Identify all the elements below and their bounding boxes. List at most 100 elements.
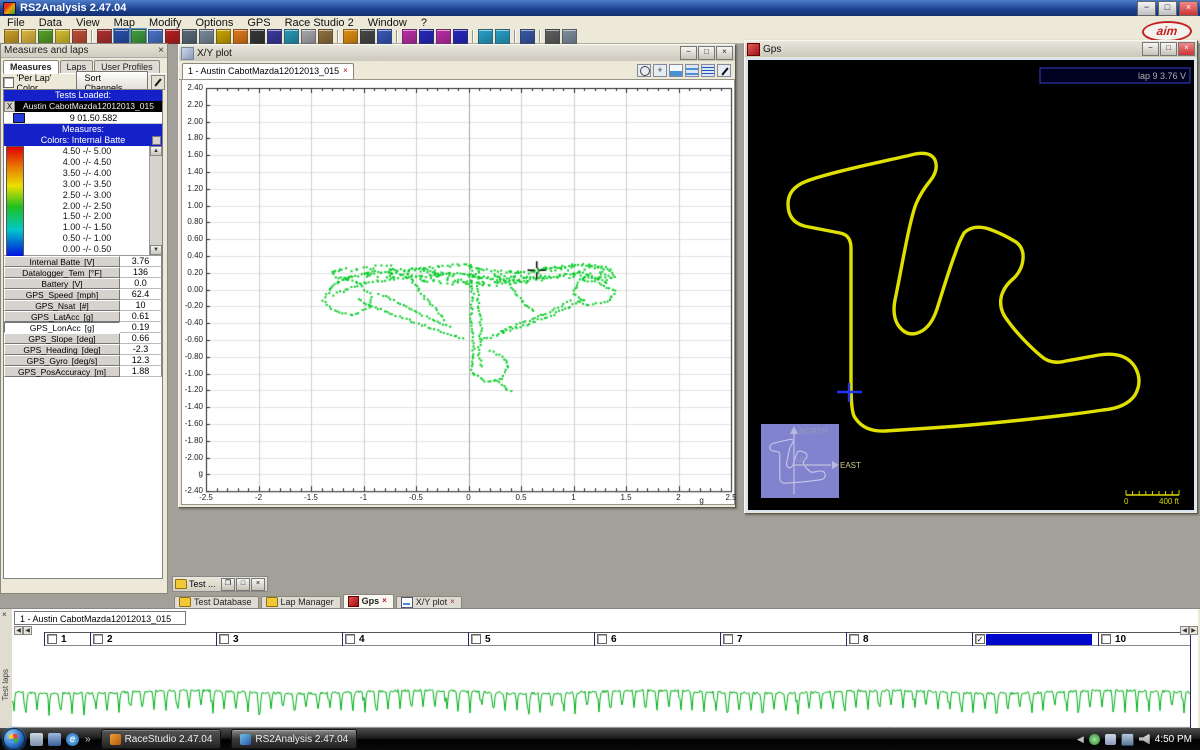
lap-checkbox[interactable]	[597, 634, 607, 644]
test-remove-cell[interactable]: X	[4, 101, 15, 112]
start-button[interactable]	[3, 728, 25, 750]
lap-header[interactable]: 7	[721, 632, 846, 646]
channel-row[interactable]: GPS_Speed[mph]62.4	[4, 289, 162, 300]
gps-track-map[interactable]: NORTH EAST UP 0 400 ft	[748, 60, 1194, 510]
strip-test-tab[interactable]: 1 - Austin CabotMazda12012013_015	[14, 611, 186, 625]
menu-view[interactable]: View	[69, 17, 107, 29]
scroll-up-icon[interactable]: ▲	[150, 146, 162, 156]
mdi-tab-gps[interactable]: Gps×	[343, 594, 394, 609]
internet-explorer-icon[interactable]: e	[66, 733, 79, 746]
lap-header[interactable]: ✓	[973, 632, 1098, 646]
menu-race-studio-2[interactable]: Race Studio 2	[278, 17, 361, 29]
menu-data[interactable]: Data	[32, 17, 69, 29]
multi-plot-layout-icon[interactable]	[701, 64, 715, 77]
mini-restore-button[interactable]: ❐	[221, 578, 235, 591]
gps-minimize-button[interactable]: −	[1142, 42, 1159, 56]
lap-checkbox[interactable]	[849, 634, 859, 644]
xy-restore-button[interactable]: □	[698, 46, 715, 60]
lap-waveform-canvas[interactable]	[12, 646, 1190, 728]
lap-header[interactable]: 5	[469, 632, 594, 646]
gps-view-icon[interactable]	[131, 29, 146, 44]
gg-plot-area[interactable]: 2.402.202.001.801.601.401.201.000.800.60…	[181, 79, 735, 505]
table-view-icon[interactable]	[182, 29, 197, 44]
close-button[interactable]: ×	[1179, 1, 1198, 16]
lap-selected-bar[interactable]	[986, 634, 1092, 645]
channel-label[interactable]: GPS_Slope[deg]	[4, 333, 120, 344]
user-profile-icon[interactable]	[72, 29, 87, 44]
minimized-test-window[interactable]: Test ... ❐ □ ×	[172, 576, 268, 592]
measures-graph-icon[interactable]	[97, 29, 112, 44]
lap-header[interactable]: 1	[45, 632, 90, 646]
lap-checkbox[interactable]: ✓	[975, 634, 985, 644]
grid-icon[interactable]	[545, 29, 560, 44]
channel-label[interactable]: Datalogger_Tem[°F]	[4, 267, 120, 278]
channel-label[interactable]: GPS_Nsat[#]	[4, 300, 120, 311]
scroll-down-icon[interactable]: ▼	[150, 245, 162, 255]
gps-restore-button[interactable]: □	[1160, 42, 1177, 56]
eraser-icon[interactable]	[301, 29, 316, 44]
wrench-icon[interactable]	[151, 75, 165, 90]
undo-icon[interactable]	[318, 29, 333, 44]
gg-plot-canvas[interactable]	[182, 80, 734, 504]
mini-close-button[interactable]: ×	[251, 578, 265, 591]
gps-map-area[interactable]: NORTH EAST UP 0 400 ft	[746, 58, 1196, 512]
lap-header[interactable]: 2	[91, 632, 216, 646]
show-desktop-icon[interactable]	[30, 733, 43, 746]
open-test-icon[interactable]	[4, 29, 19, 44]
clock-icon[interactable]	[343, 29, 358, 44]
channel-row[interactable]: GPS_LatAcc[g]0.61	[4, 311, 162, 322]
lap-checkbox[interactable]	[93, 634, 103, 644]
channel-label[interactable]: GPS_LatAcc[g]	[4, 311, 120, 322]
channel-label[interactable]: GPS_PosAccuracy[m]	[4, 366, 120, 377]
flag-magenta2-icon[interactable]	[436, 29, 451, 44]
box-blue-icon[interactable]	[419, 29, 434, 44]
tray-status-icon[interactable]	[1089, 734, 1100, 745]
maximize-button[interactable]: □	[1158, 1, 1177, 16]
per-lap-color-checkbox[interactable]	[3, 77, 14, 88]
zoom-out-icon[interactable]	[495, 29, 510, 44]
crosshair-icon[interactable]: +	[653, 64, 667, 77]
strip-prev-icon[interactable]: ◀	[14, 626, 23, 635]
menu--[interactable]: ?	[414, 17, 434, 29]
window-switcher-icon[interactable]	[48, 733, 61, 746]
menu-gps[interactable]: GPS	[240, 17, 277, 29]
xy-close-button[interactable]: ×	[716, 46, 733, 60]
menu-map[interactable]: Map	[107, 17, 142, 29]
menu-file[interactable]: File	[0, 17, 32, 29]
strip-prev2-icon[interactable]: ◀	[23, 626, 32, 635]
lap-checkbox[interactable]	[471, 634, 481, 644]
pointer-icon[interactable]	[520, 29, 535, 44]
import-test-icon[interactable]	[38, 29, 53, 44]
speaker-icon[interactable]	[1139, 734, 1150, 745]
channel-row[interactable]: GPS_Heading[deg]-2.3	[4, 344, 162, 355]
channel-row[interactable]: GPS_Gyro[deg/s]12.3	[4, 355, 162, 366]
channel-label[interactable]: Internal Batte[V]	[4, 256, 120, 267]
strip-scroll-right-icon[interactable]: ▶	[1189, 626, 1198, 635]
lap-checkbox[interactable]	[723, 634, 733, 644]
lap-checkbox[interactable]	[1101, 634, 1111, 644]
minimize-button[interactable]: −	[1137, 1, 1156, 16]
channel-row[interactable]: Datalogger_Tem[°F]136	[4, 267, 162, 278]
properties-icon[interactable]	[562, 29, 577, 44]
color-scrollbar[interactable]: ▲ ▼	[149, 146, 162, 255]
taskbar-clock[interactable]: 4:50 PM	[1155, 734, 1192, 745]
channel-row[interactable]: GPS_LonAcc[g]0.19	[4, 322, 162, 333]
test-row[interactable]: X Austin CabotMazda12012013_015	[4, 101, 162, 112]
filter-icon[interactable]	[284, 29, 299, 44]
tray-expand-icon[interactable]: ◀	[1077, 734, 1084, 745]
tab-close-icon[interactable]: ×	[343, 67, 348, 75]
box-blue2-icon[interactable]	[453, 29, 468, 44]
flag-magenta-icon[interactable]	[402, 29, 417, 44]
channel-row[interactable]: GPS_PosAccuracy[m]1.88	[4, 366, 162, 377]
lap-header[interactable]: 4	[343, 632, 468, 646]
split-view-icon[interactable]	[199, 29, 214, 44]
channel-label[interactable]: GPS_LonAcc[g]	[4, 322, 120, 333]
channel-row[interactable]: Internal Batte[V]3.76	[4, 256, 162, 267]
tab-close-icon[interactable]: ×	[382, 597, 387, 605]
lap-header[interactable]: 10	[1099, 632, 1190, 646]
lap-checkbox[interactable]	[345, 634, 355, 644]
channel-label[interactable]: GPS_Heading[deg]	[4, 344, 120, 355]
plot-settings-wrench-icon[interactable]	[717, 64, 731, 77]
lap-header[interactable]: 6	[595, 632, 720, 646]
lap-checkbox[interactable]	[219, 634, 229, 644]
